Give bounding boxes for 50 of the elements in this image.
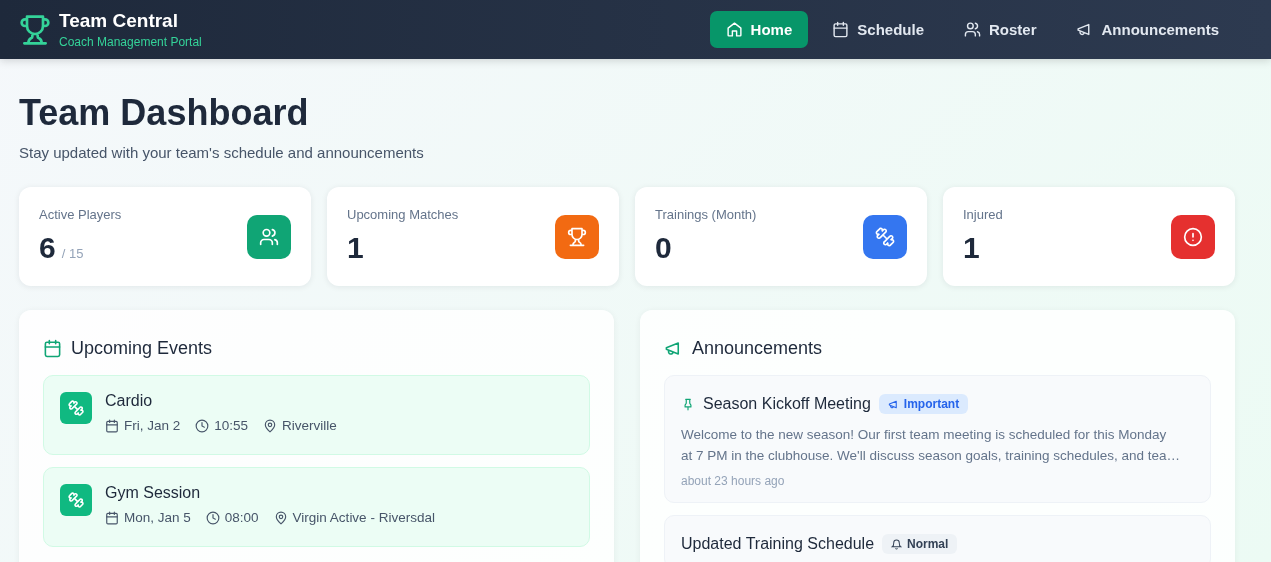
nav-tab[interactable]: Announcements [1060, 11, 1235, 48]
stat-label: Active Players [39, 207, 122, 222]
announcement-time: about 23 hours ago [681, 474, 786, 488]
stat-value: 6 [39, 231, 56, 265]
nav-tab[interactable]: Home [709, 11, 809, 48]
priority-badge: Normal [882, 534, 958, 554]
stat-total: / 15 [61, 246, 84, 261]
app-title: Team Central [59, 10, 179, 32]
people-icon [963, 21, 981, 38]
app-subtitle: Coach Management Portal [59, 35, 202, 49]
clock-icon [205, 510, 220, 525]
announcement-title: Season Kickoff Meeting [703, 395, 871, 413]
announcement-card[interactable] [664, 375, 1211, 503]
event-date: Mon, Jan 5 [124, 510, 191, 525]
stat-label: Injured [963, 207, 1003, 222]
stat-value: 1 [963, 231, 980, 265]
event-card[interactable]: Cardio Fri, Jan 2 10:55 Riverville [43, 375, 590, 455]
stat-label: Upcoming Matches [347, 207, 459, 222]
panel-title: Announcements [692, 338, 823, 359]
announcement-card[interactable]: Updated Training Schedule Normal [664, 515, 1211, 562]
event-name: Cardio [105, 392, 154, 410]
dumbbell-icon [60, 392, 92, 424]
trophy-icon [19, 13, 51, 46]
page-title: Team Dashboard [19, 92, 310, 134]
home-icon [725, 21, 743, 38]
calendar-icon [43, 339, 62, 358]
map-pin-icon [273, 510, 288, 525]
event-location: Riverville [282, 418, 337, 433]
stat-label: Trainings (Month) [655, 207, 757, 222]
stat-value: 0 [655, 231, 672, 265]
stat-value: 1 [347, 231, 364, 265]
announcement-title: Updated Training Schedule [681, 535, 875, 553]
dumbbell-icon [60, 484, 92, 516]
panel-title: Upcoming Events [71, 338, 213, 359]
event-time: 10:55 [214, 418, 249, 433]
event-card[interactable]: Gym Session Mon, Jan 5 08:00 Virgin Active - Riversdal [43, 467, 590, 547]
clock-icon [195, 418, 210, 433]
calendar-icon [105, 418, 119, 433]
map-pin-icon [263, 418, 278, 433]
nav-tab[interactable]: Schedule [816, 11, 940, 48]
event-name: Gym Session [105, 484, 202, 502]
nav-tab[interactable]: Roster [947, 11, 1053, 48]
announcement-text: Welcome to the new season! Our first team meeting is scheduled for this Monday at 7 PM in the clubhouse. We'll discuss season goals, training schedules, and tea… [681, 426, 1181, 465]
event-time: 08:00 [224, 510, 259, 525]
event-date: Fri, Jan 2 [124, 418, 181, 433]
page-subtitle: Stay updated with your team's schedule and announcements [19, 144, 425, 161]
priority-badge: Important [878, 394, 969, 414]
event-location: Virgin Active - Riversdal [292, 510, 435, 525]
calendar-icon [105, 510, 119, 525]
calendar-icon [832, 21, 850, 38]
